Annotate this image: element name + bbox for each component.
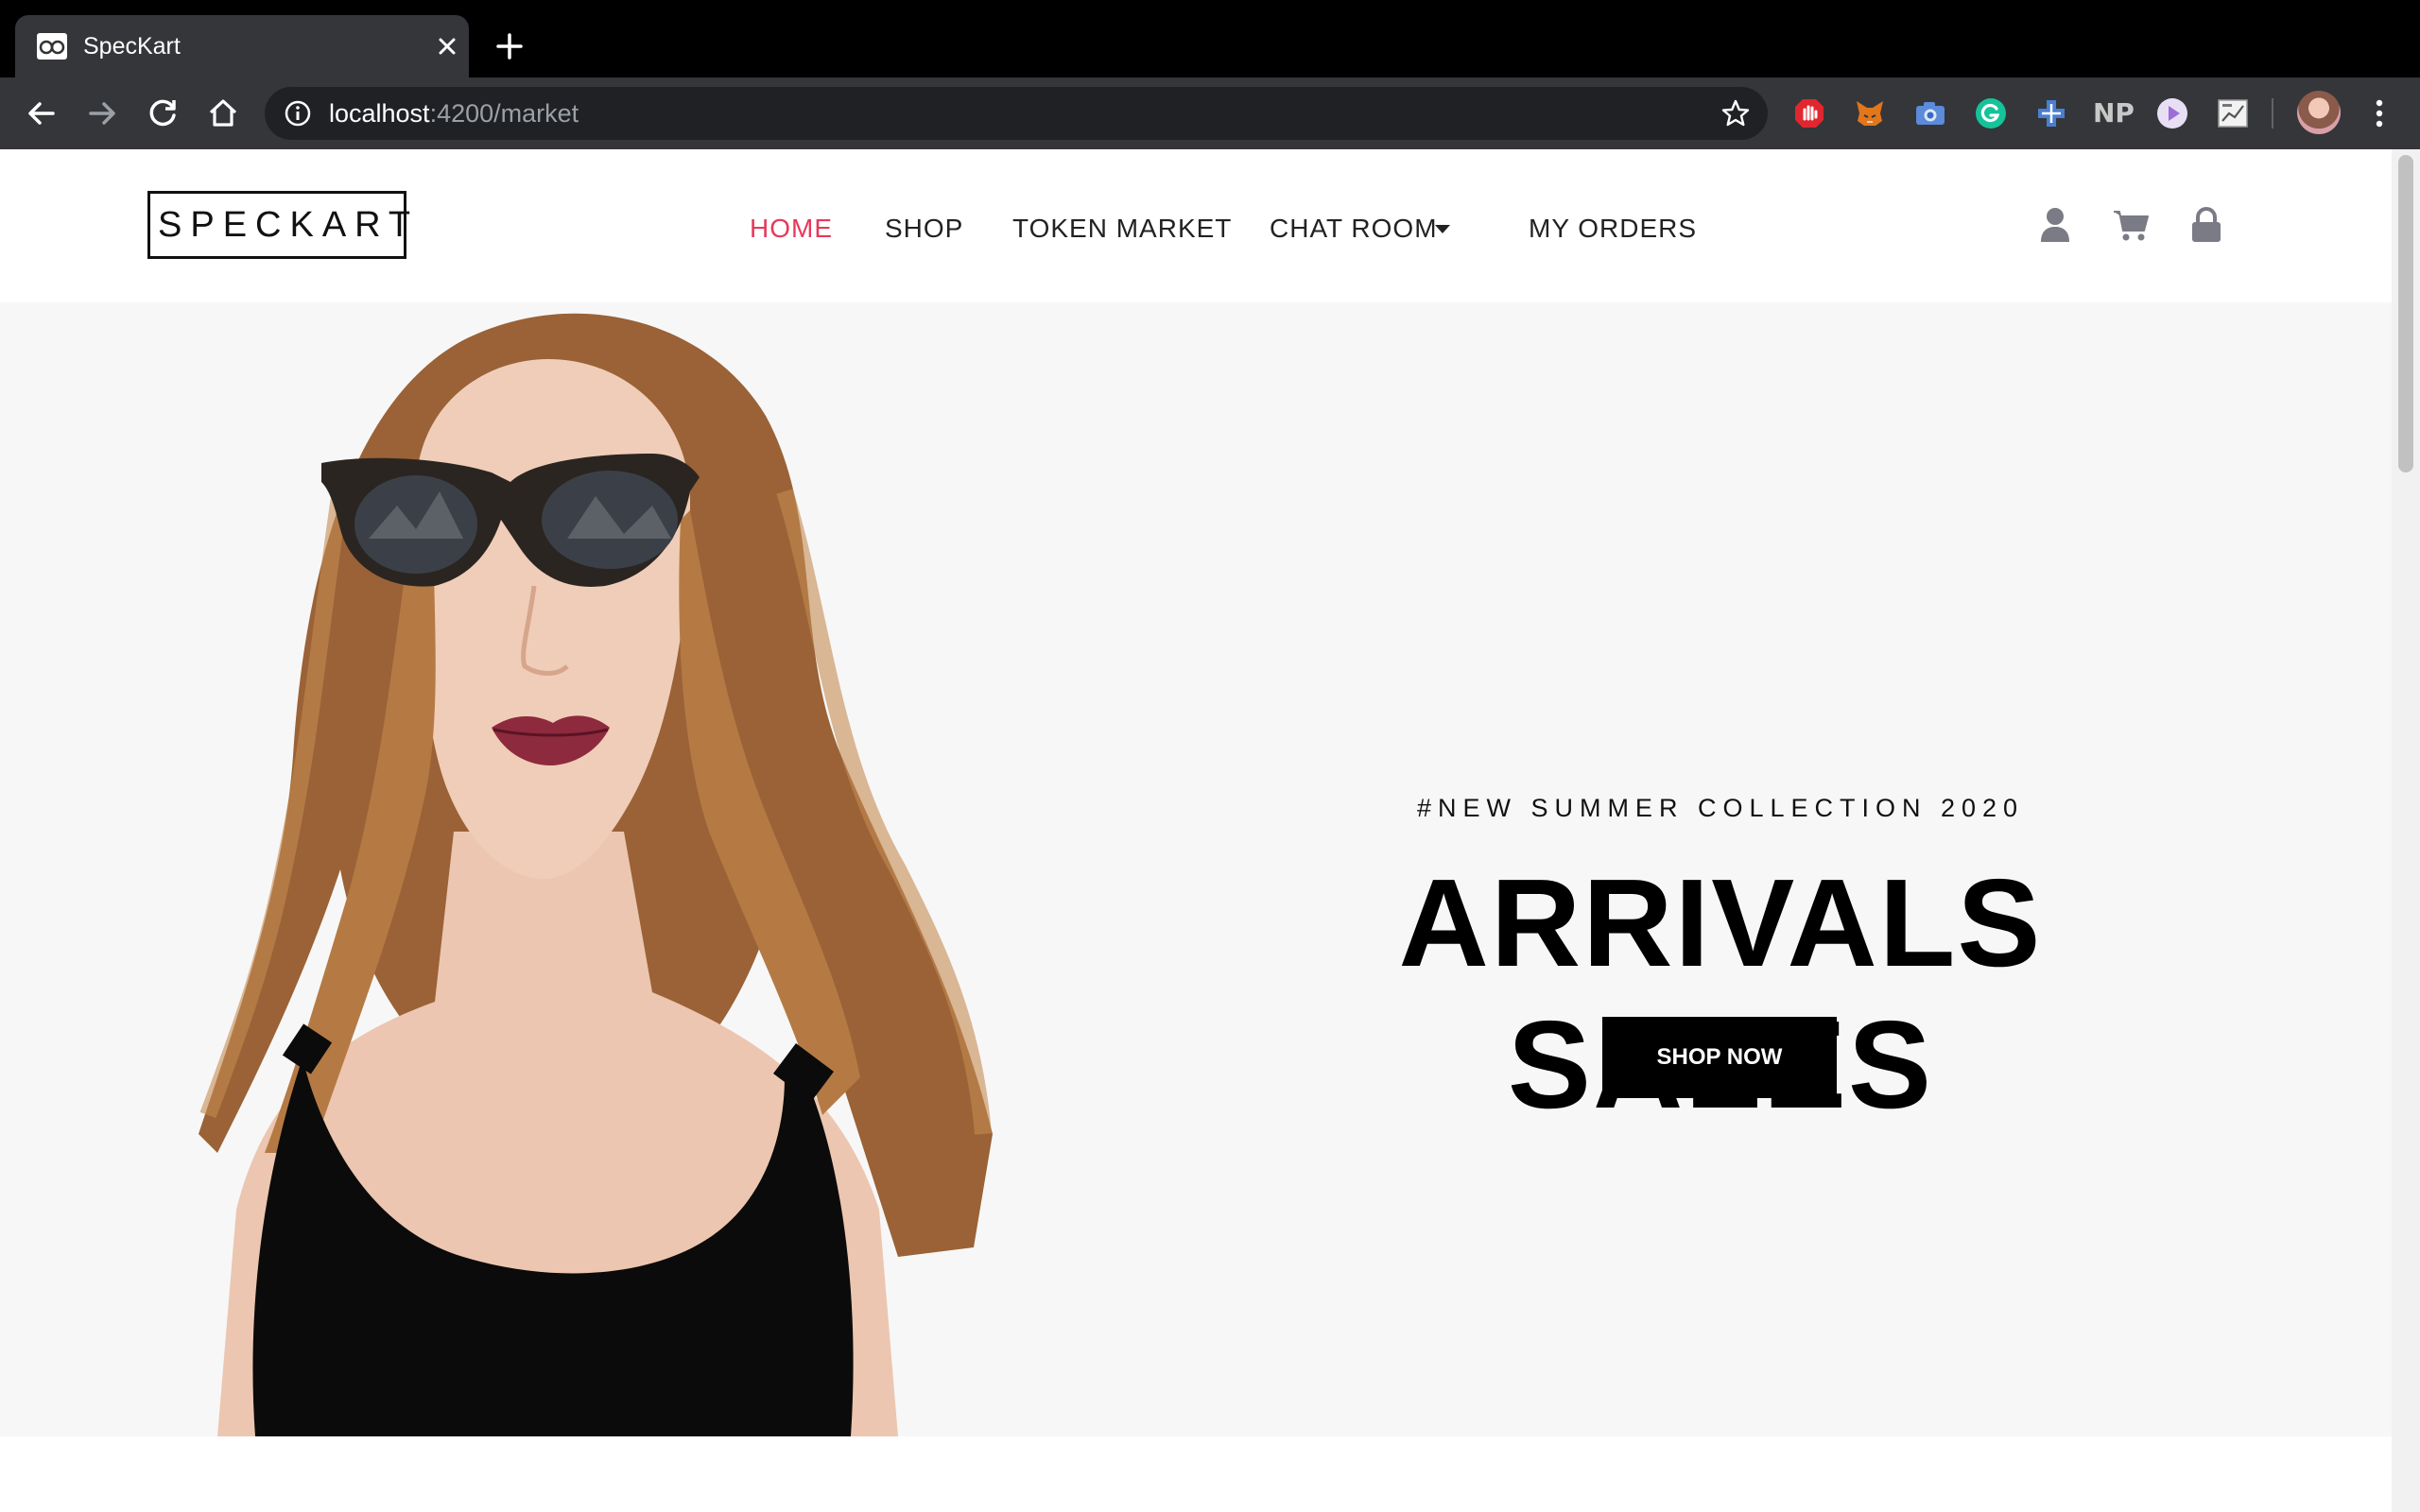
hero-subtitle: #NEW SUMMER COLLECTION 2020 bbox=[1416, 794, 2025, 822]
chevron-down-icon[interactable] bbox=[1433, 219, 1452, 238]
back-arrow-icon[interactable] bbox=[23, 94, 60, 132]
adblock-icon[interactable] bbox=[1792, 96, 1826, 130]
metamask-fox-icon[interactable] bbox=[1853, 96, 1887, 130]
camera-icon[interactable] bbox=[1913, 96, 1947, 130]
toolbar-separator bbox=[2272, 98, 2273, 129]
site-logo[interactable]: SPECKART bbox=[147, 191, 410, 259]
hero-banner: #NEW SUMMER COLLECTION 2020 ARRIVALS SAL… bbox=[0, 302, 2392, 1436]
reload-icon[interactable] bbox=[144, 94, 182, 132]
model-with-sunglasses-image bbox=[199, 313, 993, 1436]
bookmark-star-icon[interactable] bbox=[1720, 98, 1751, 129]
lock-icon[interactable] bbox=[2189, 206, 2223, 244]
profile-avatar[interactable] bbox=[2297, 91, 2341, 134]
site-info-icon[interactable] bbox=[284, 99, 312, 128]
cart-icon[interactable] bbox=[2112, 206, 2150, 244]
scrollbar-thumb[interactable] bbox=[2398, 155, 2413, 472]
chart-icon[interactable] bbox=[2216, 96, 2250, 130]
nav-my-orders[interactable]: MY ORDERS bbox=[1529, 210, 1697, 248]
grammarly-icon[interactable] bbox=[1974, 96, 2008, 130]
nav-home[interactable]: HOME bbox=[750, 210, 833, 248]
plus-cross-icon[interactable] bbox=[2034, 96, 2068, 130]
url-text: localhost:4200/market bbox=[329, 96, 579, 130]
page-viewport: SPECKART HOME SHOP TOKEN MARKET CHAT ROO… bbox=[0, 149, 2392, 1512]
np-extension[interactable]: NP bbox=[2093, 94, 2135, 129]
browser-tab-strip: SpecKart bbox=[0, 0, 2420, 77]
close-tab-icon[interactable] bbox=[431, 30, 463, 62]
address-bar[interactable]: localhost:4200/market bbox=[265, 87, 1768, 140]
tab-title: SpecKart bbox=[83, 33, 181, 60]
browser-toolbar: localhost:4200/market NP bbox=[0, 77, 2420, 149]
nav-token-market[interactable]: TOKEN MARKET bbox=[1012, 210, 1232, 248]
nav-shop[interactable]: SHOP bbox=[885, 210, 963, 248]
home-icon[interactable] bbox=[204, 94, 242, 132]
shop-now-button[interactable]: SHOP NOW bbox=[1602, 1017, 1837, 1098]
url-host: localhost bbox=[329, 99, 430, 128]
play-icon[interactable] bbox=[2155, 96, 2189, 130]
new-tab-plus-icon[interactable] bbox=[493, 30, 526, 62]
user-icon[interactable] bbox=[2038, 206, 2072, 244]
url-path: :4200/market bbox=[429, 99, 579, 128]
page-scrollbar[interactable] bbox=[2392, 149, 2420, 1512]
nav-chat-room[interactable]: CHAT ROOM bbox=[1270, 210, 1438, 248]
glasses-favicon-icon bbox=[37, 33, 67, 60]
forward-arrow-icon[interactable] bbox=[83, 94, 121, 132]
browser-tab[interactable]: SpecKart bbox=[15, 15, 469, 77]
more-vert-icon[interactable] bbox=[2365, 94, 2394, 132]
